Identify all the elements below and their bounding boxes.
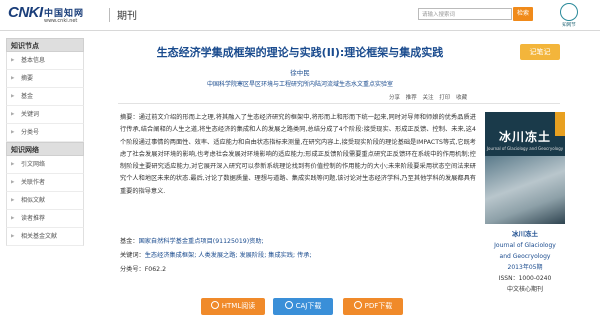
search-input[interactable]: 请输入搜索词 <box>418 8 512 20</box>
journal-name-en-2[interactable]: and Geocryology <box>485 251 565 262</box>
sidebar-group-title: 知识网络 <box>6 142 84 156</box>
sidebar-item-keywords[interactable]: 关键词 <box>6 106 84 124</box>
pdf-label: PDF下载 <box>364 302 393 310</box>
logo-text: CNKI <box>8 4 43 21</box>
html-read-button[interactable]: HTML阅读 <box>201 298 265 315</box>
abstract-text: 摘要：通过前文介绍的形而上之理,将其融入了生态经济研究的框架中,将形而上和形而下… <box>120 114 476 195</box>
keywords-label: 关键词： <box>120 252 145 259</box>
classification-value: F062.2 <box>144 266 167 273</box>
sidebar-item-reader-recommend[interactable]: 读者推荐 <box>6 210 84 228</box>
share-link[interactable]: 分享 <box>389 95 400 101</box>
download-icon <box>353 301 362 309</box>
cover-subtitle: Journal of Glaciology and Geocryology <box>486 146 564 151</box>
sidebar-item-abstract[interactable]: 摘要 <box>6 70 84 88</box>
follow-link[interactable]: 关注 <box>423 95 434 101</box>
sidebar-item-related-fund[interactable]: 相关基金文献 <box>6 228 84 246</box>
author-link[interactable]: 徐中民 <box>100 67 500 77</box>
sidebar-item-classification[interactable]: 分类号 <box>6 124 84 142</box>
journal-issue[interactable]: 2013年05期 <box>485 262 565 273</box>
sidebar-item-related-authors[interactable]: 关联作者 <box>6 174 84 192</box>
section-title: 期刊 <box>117 11 137 22</box>
sidebar-item-citation-network[interactable]: 引文网络 <box>6 156 84 174</box>
note-label: 记笔记 <box>529 48 551 56</box>
caj-label: CAJ下载 <box>295 302 322 310</box>
article-toolbar: 分享 推荐 关注 打印 收藏 <box>385 93 467 101</box>
journal-issn: ISSN：1000-0240 <box>498 275 552 282</box>
sidebar-group-title: 知识节点 <box>6 38 84 52</box>
keywords-row: 关键词：生态经济集成框架; 人类发展之路; 发展阶段; 集成实践; 传承; <box>120 250 476 259</box>
caj-download-button[interactable]: CAJ下载 <box>273 298 333 315</box>
pdf-download-button[interactable]: PDF下载 <box>343 298 403 315</box>
note-button[interactable]: 记笔记 <box>520 44 560 60</box>
classification-row: 分类号：F062.2 <box>120 264 476 273</box>
header-divider <box>109 8 110 22</box>
divider <box>118 103 560 104</box>
html-label: HTML阅读 <box>221 302 256 310</box>
download-icon <box>284 301 293 309</box>
keywords-links[interactable]: 生态经济集成框架; 人类发展之路; 发展阶段; 集成实践; 传承; <box>145 252 312 259</box>
recommend-link[interactable]: 推荐 <box>406 95 417 101</box>
collect-link[interactable]: 收藏 <box>456 95 467 101</box>
zhiwangjie-logo: 知网节 <box>556 3 582 29</box>
classification-label: 分类号： <box>120 266 145 273</box>
fund-link[interactable]: 国家自然科学基金重点项目(91125019)资助; <box>139 238 264 245</box>
sidebar-item-fund[interactable]: 基金 <box>6 88 84 106</box>
journal-core: 中文核心期刊 <box>506 286 543 293</box>
journal-cover[interactable]: 冰川冻土 Journal of Glaciology and Geocryolo… <box>485 112 565 224</box>
journal-name[interactable]: 冰川冻土 <box>485 229 565 240</box>
journal-name-en[interactable]: Journal of Glaciology <box>485 240 565 251</box>
html-icon <box>210 301 219 309</box>
cover-image <box>485 156 565 224</box>
cnki-logo[interactable]: CNKI 中国知网 www.cnki.net <box>6 4 106 26</box>
fund-row: 基金：国家自然科学基金重点项目(91125019)资助; <box>120 236 476 245</box>
affiliation-link[interactable]: 中国科学院寒区旱区环境与工程研究所内陆河流域生态水文重点实验室 <box>100 79 500 88</box>
sidebar-item-basic-info[interactable]: 基本信息 <box>6 52 84 70</box>
search-button[interactable]: 检索 <box>513 7 533 21</box>
journal-info: 冰川冻土 Journal of Glaciology and Geocryolo… <box>485 229 565 295</box>
sidebar: 知识节点 基本信息 摘要 基金 关键词 分类号 知识网络 引文网络 关联作者 相… <box>6 38 84 246</box>
zhiwangjie-icon <box>560 3 578 21</box>
sidebar-item-similar-docs[interactable]: 相似文献 <box>6 192 84 210</box>
print-link[interactable]: 打印 <box>439 95 450 101</box>
top-bar: CNKI 中国知网 www.cnki.net 期刊 请输入搜索词 检索 知网节 <box>0 0 600 31</box>
logo-url: www.cnki.net <box>44 18 78 24</box>
cover-title: 冰川冻土 <box>498 130 551 144</box>
zhiwangjie-label: 知网节 <box>562 23 576 28</box>
article-title: 生态经济学集成框架的理论与实践(II):理论框架与集成实践 <box>156 46 444 59</box>
fund-label: 基金： <box>120 238 139 245</box>
